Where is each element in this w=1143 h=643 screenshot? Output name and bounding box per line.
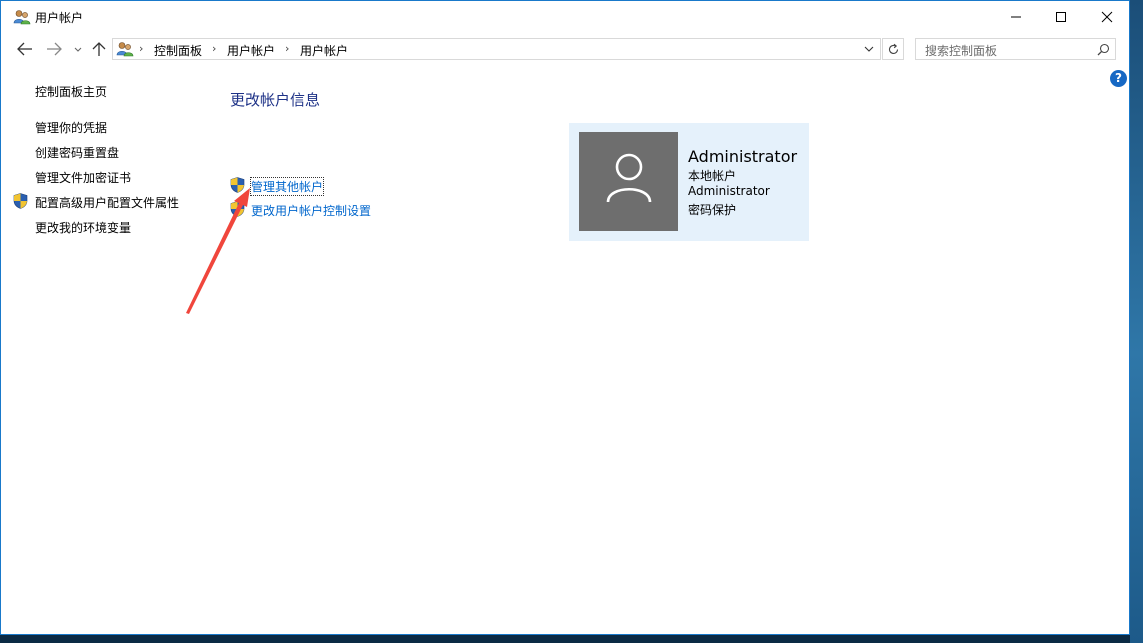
uac-shield-icon [230,177,245,193]
minimize-icon [1011,16,1021,18]
search-icon[interactable] [1097,43,1110,56]
breadcrumb-user-accounts-current[interactable]: 用户帐户 [300,42,348,59]
sidebar-item-create-password-reset-disk[interactable]: 创建密码重置盘 [35,144,119,161]
users-icon [116,42,134,57]
minimize-button[interactable] [993,1,1039,33]
forward-arrow-icon[interactable] [45,41,63,57]
user-silhouette-icon [606,153,652,203]
manage-other-accounts-link[interactable]: 管理其他帐户 [249,177,325,196]
account-card: Administrator 本地帐户 Administrator 密码保护 [569,123,809,241]
account-group: Administrator [688,184,770,198]
control-panel-window: 用户帐户 › 控制面板 › 用户帐户 › 用户帐户 搜索控制面板 ? 控制面板主… [0,0,1130,635]
uac-shield-icon [13,193,28,209]
page-title: 更改帐户信息 [230,91,321,109]
sidebar-item-control-panel-home[interactable]: 控制面板主页 [35,83,107,100]
users-icon [13,10,31,25]
sidebar-item-advanced-profile-properties[interactable]: 配置高级用户配置文件属性 [35,194,179,211]
close-icon [1101,11,1113,23]
refresh-icon [888,43,899,55]
help-button[interactable]: ? [1110,70,1127,87]
refresh-button[interactable] [882,38,904,60]
maximize-icon [1056,12,1066,22]
maximize-button[interactable] [1038,1,1084,33]
breadcrumb-control-panel[interactable]: 控制面板 [154,42,202,59]
account-password-status: 密码保护 [688,203,737,217]
chevron-down-icon[interactable] [73,41,83,57]
breadcrumb-user-accounts[interactable]: 用户帐户 [227,42,275,59]
chevron-right-icon[interactable]: › [139,42,143,55]
avatar [579,132,678,231]
sidebar-item-change-environment-variables[interactable]: 更改我的环境变量 [35,219,131,236]
desktop-background [1130,0,1143,643]
chevron-right-icon[interactable]: › [285,42,289,55]
uac-shield-icon [230,201,245,217]
search-input[interactable]: 搜索控制面板 [915,38,1116,60]
sidebar-item-manage-credentials[interactable]: 管理你的凭据 [35,119,107,136]
title-bar: 用户帐户 [1,1,1129,33]
window-title: 用户帐户 [35,11,84,25]
account-type: 本地帐户 [688,169,737,183]
sidebar-item-manage-encryption-certificates[interactable]: 管理文件加密证书 [35,169,131,186]
chevron-right-icon[interactable]: › [212,42,216,55]
back-arrow-icon[interactable] [16,41,34,57]
account-name: Administrator [688,147,798,166]
search-placeholder: 搜索控制面板 [925,44,998,58]
address-bar[interactable]: › 控制面板 › 用户帐户 › 用户帐户 [112,38,881,60]
change-uac-settings-link[interactable]: 更改用户帐户控制设置 [251,202,371,219]
chevron-down-icon[interactable] [864,44,874,54]
up-arrow-icon[interactable] [90,41,108,57]
close-button[interactable] [1084,1,1129,33]
